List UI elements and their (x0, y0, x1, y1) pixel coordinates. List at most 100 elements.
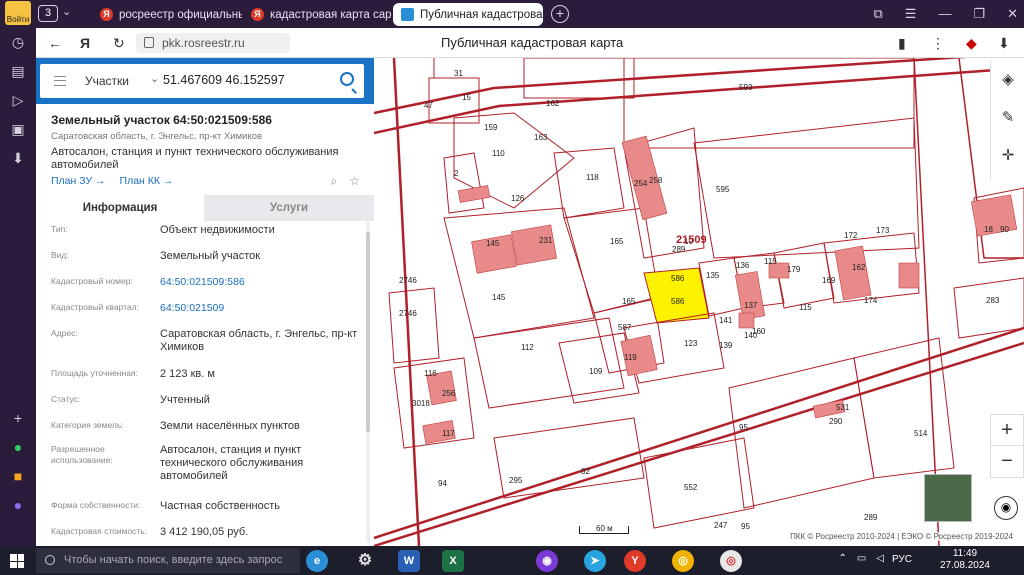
alice-icon[interactable]: ● (0, 490, 36, 519)
cadastral-map[interactable]: 31 47 15 162 593 159 163 110 2 118 254 2… (374, 58, 1024, 546)
star-icon[interactable]: ☆ (349, 174, 360, 189)
window-controls: ⧉ ☰ — ❐ ✕ (873, 6, 1018, 22)
scrollbar-thumb[interactable] (366, 232, 370, 432)
close-window-icon[interactable]: ✕ (1007, 6, 1018, 22)
windows-start-icon[interactable] (10, 554, 24, 568)
tab-information[interactable]: Информация (36, 195, 204, 221)
cadastral-number-link[interactable]: 64:50:021509:586 (160, 276, 360, 289)
tray-up-icon[interactable]: ⌃ (838, 553, 846, 564)
add-icon[interactable]: + (0, 403, 36, 432)
zoom-out-button[interactable]: − (991, 446, 1023, 477)
parcel-label: 3018 (412, 399, 430, 408)
search-bar: Участки ⌄ 51.467609 46.152597 ‹ (36, 58, 384, 104)
info-value: Объект недвижимости (160, 224, 275, 236)
downloads-icon[interactable]: ⬇ (0, 144, 36, 173)
quarter-label: 21509 (676, 234, 707, 246)
parcel-label: 135 (706, 271, 720, 280)
parcel-label: 165 (622, 297, 636, 306)
tab-pkk-active[interactable]: Публичная кадастровая ✕ (393, 3, 543, 26)
podcast-icon[interactable]: ◉ (536, 550, 558, 572)
info-value: 2 123 кв. м (160, 368, 215, 380)
parcel-label: 110 (492, 149, 505, 158)
tab-cadastral-map-search[interactable]: Я кадастровая карта сарат (243, 3, 391, 26)
settings-icon[interactable]: ⚙ (354, 550, 376, 572)
network-icon[interactable]: ▭ (857, 553, 866, 564)
yandex-browser-icon[interactable]: Y (624, 550, 646, 572)
parcel-label: 123 (684, 339, 698, 348)
search-input[interactable]: 51.467609 46.152597 (163, 73, 285, 87)
telegram-icon[interactable]: ➤ (584, 550, 606, 572)
volume-icon[interactable]: ◁ (876, 553, 884, 564)
parcel-label: 115 (799, 303, 812, 312)
scale-label: 60 м (596, 524, 613, 533)
bookmark-icon[interactable]: ▮ (898, 35, 906, 52)
taskbar-search[interactable]: Чтобы начать поиск, введите здесь запрос (36, 548, 300, 573)
profile-button[interactable]: Войти (5, 1, 31, 25)
maximize-icon[interactable]: ❐ (973, 6, 985, 22)
tab-count-button[interactable]: 3 (38, 5, 58, 22)
parcel-label: 145 (492, 293, 506, 302)
parcel-label: 82 (581, 467, 590, 476)
chrome-alt-icon[interactable]: ◎ (720, 550, 742, 572)
clock[interactable]: 11:49 27.08.2024 (940, 548, 990, 572)
parcel-label: 139 (719, 341, 733, 350)
basemap-toggle[interactable] (924, 474, 972, 522)
search-icon[interactable] (340, 72, 354, 86)
reload-icon[interactable]: ↻ (113, 35, 125, 52)
word-icon[interactable]: W (398, 550, 420, 572)
parcel-label: 586 (671, 274, 685, 283)
collections-icon[interactable]: ▤ (0, 57, 36, 86)
menu-icon[interactable] (54, 76, 66, 86)
edge-icon[interactable]: e (306, 550, 328, 572)
chevron-down-icon[interactable]: ⌄ (150, 72, 159, 85)
yandex-home-icon[interactable]: Я (80, 35, 90, 51)
new-tab-button[interactable]: + (551, 5, 569, 23)
clock-time: 11:49 (952, 548, 978, 559)
menu-icon[interactable]: ☰ (905, 6, 917, 22)
parcel-label: 531 (836, 403, 850, 412)
minimize-icon[interactable]: — (938, 6, 951, 22)
object-actions: ⌕ ☆ (331, 174, 361, 189)
locate-icon[interactable]: ✛ (991, 136, 1024, 174)
parcel-label: 2746 (399, 309, 417, 318)
zoom-to-object-icon[interactable]: ⌕ (331, 174, 338, 189)
map-copyright: ПКК © Росреестр 2010-2024 | ЕЭКО © Росре… (787, 532, 1016, 541)
scrollbar[interactable] (366, 222, 370, 542)
bookmarks-icon[interactable]: ⧉ (873, 6, 882, 22)
back-icon[interactable]: ← (48, 35, 62, 51)
video-icon[interactable]: ▷ (0, 86, 36, 115)
layers-icon[interactable]: ◈ (991, 60, 1024, 98)
tab-rosreestr-search[interactable]: Я росреестр официальный (92, 3, 242, 26)
parcel-label: 95 (741, 522, 750, 531)
history-icon[interactable]: ◷ (0, 28, 36, 57)
parcel-label: 15 (462, 93, 471, 102)
parcel-label: 179 (787, 265, 801, 274)
language-indicator[interactable]: РУС (892, 554, 912, 565)
tabs-icon[interactable]: ▣ (0, 115, 36, 144)
chevron-down-icon[interactable]: ⌄ (62, 5, 71, 18)
parcel-label: 231 (539, 236, 553, 245)
tab-title: кадастровая карта сарат (270, 8, 391, 21)
zoom-in-button[interactable]: + (991, 415, 1023, 446)
excel-icon[interactable]: X (442, 550, 464, 572)
page-title: Публичная кадастровая карта (441, 35, 624, 50)
shop-icon[interactable]: ■ (0, 461, 36, 490)
plan-links: План ЗУ → План КК → (51, 175, 173, 187)
cadastral-quarter-link[interactable]: 64:50:021509 (160, 302, 360, 315)
whatsapp-icon[interactable]: ● (0, 432, 36, 461)
more-icon[interactable]: ⋮ (931, 35, 945, 52)
url-field[interactable]: pkk.rosreestr.ru (136, 33, 290, 53)
chrome-icon[interactable]: ◎ (672, 550, 694, 572)
layer-select[interactable]: Участки (85, 74, 129, 88)
extension-icon[interactable]: ◆ (966, 35, 977, 52)
compass-icon[interactable]: ◉ (994, 496, 1018, 520)
tab-title: росреестр официальный (119, 8, 242, 21)
tab-services[interactable]: Услуги (204, 195, 374, 221)
plan-kk-link[interactable]: План КК → (120, 175, 174, 187)
download-icon[interactable]: ⬇ (998, 35, 1010, 52)
parcel-label: 162 (852, 263, 866, 272)
plan-zu-link[interactable]: План ЗУ → (51, 175, 106, 187)
buildings (422, 135, 1018, 444)
ruler-icon[interactable]: ✎ (991, 98, 1024, 136)
parcel-label: 119 (624, 353, 637, 362)
